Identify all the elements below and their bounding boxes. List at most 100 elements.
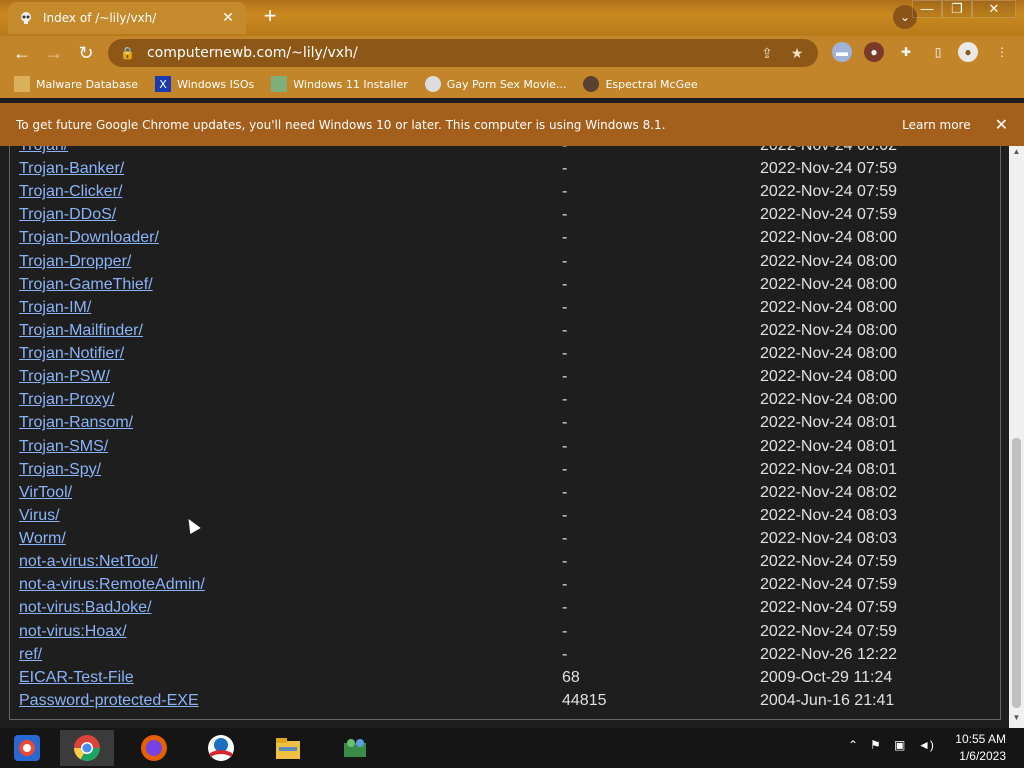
entry-link[interactable]: Trojan-SMS/ bbox=[19, 438, 108, 456]
action-center-flag-icon[interactable]: ⚑ bbox=[870, 738, 881, 752]
bookmark-label: Malware Database bbox=[36, 77, 139, 91]
side-panel-icon[interactable]: ▯ bbox=[928, 42, 948, 62]
forward-arrow-icon[interactable]: → bbox=[42, 41, 66, 65]
browser-tab[interactable]: Index of /~lily/vxh/ ✕ bbox=[8, 2, 246, 34]
entry-size: - bbox=[562, 483, 568, 501]
network-icon[interactable]: ▣ bbox=[894, 738, 905, 752]
back-arrow-icon[interactable]: ← bbox=[10, 41, 34, 65]
entry-link[interactable]: Trojan-Proxy/ bbox=[19, 391, 114, 409]
entry-link[interactable]: not-a-virus:NetTool/ bbox=[19, 553, 158, 571]
entry-link[interactable]: Trojan-GameThief/ bbox=[19, 276, 153, 294]
volume-icon[interactable]: ◄) bbox=[918, 738, 934, 752]
entry-date: 2022-Nov-24 08:00 bbox=[760, 275, 897, 293]
entry-link[interactable]: EICAR-Test-File bbox=[19, 669, 134, 687]
firefox-icon[interactable] bbox=[127, 730, 181, 766]
lock-icon: 🔒 bbox=[120, 46, 135, 60]
bookmark-star-icon[interactable]: ★ bbox=[788, 45, 806, 62]
vertical-scrollbar[interactable]: ▲ ▼ bbox=[1009, 146, 1024, 728]
maximize-button[interactable]: ❐ bbox=[942, 0, 972, 18]
entry-link[interactable]: Trojan-Spy/ bbox=[19, 461, 101, 479]
entry-link[interactable]: Trojan-Downloader/ bbox=[19, 229, 159, 247]
entry-link[interactable]: Trojan-Banker/ bbox=[19, 160, 124, 178]
entry-size: - bbox=[562, 437, 568, 455]
entry-link[interactable]: Trojan-Clicker/ bbox=[19, 183, 122, 201]
entry-date: 2022-Nov-24 08:03 bbox=[760, 506, 897, 524]
new-tab-button[interactable]: + bbox=[258, 5, 282, 29]
entry-link[interactable]: Trojan-Ransom/ bbox=[19, 414, 133, 432]
minimize-button[interactable]: — bbox=[912, 0, 942, 18]
entry-link[interactable]: ref/ bbox=[19, 646, 42, 664]
entry-size: - bbox=[562, 252, 568, 270]
entry-link[interactable]: not-virus:BadJoke/ bbox=[19, 599, 152, 617]
entry-size: - bbox=[562, 414, 568, 432]
url-text[interactable]: computernewb.com/~lily/vxh/ bbox=[147, 45, 746, 61]
entry-date: 2022-Nov-24 08:02 bbox=[760, 483, 897, 501]
entry-link[interactable]: Trojan-PSW/ bbox=[19, 368, 110, 386]
extension-avatar-icon[interactable]: ● bbox=[864, 42, 884, 62]
infobar-close-icon[interactable]: ✕ bbox=[995, 115, 1008, 134]
entry-date: 2022-Nov-24 08:00 bbox=[760, 229, 897, 247]
scrollbar-thumb[interactable] bbox=[1012, 438, 1021, 708]
bookmark-label: Gay Porn Sex Movie... bbox=[446, 77, 567, 91]
bookmarks-bar: Malware Database X Windows ISOs Windows 1… bbox=[0, 70, 1024, 98]
entry-date: 2022-Nov-24 07:59 bbox=[760, 599, 897, 617]
bookmark-malware-database[interactable]: Malware Database bbox=[14, 76, 138, 92]
entry-link[interactable]: not-a-virus:RemoteAdmin/ bbox=[19, 576, 205, 594]
entry-link[interactable]: Worm/ bbox=[19, 530, 66, 548]
table-row: Trojan-Clicker/ - 2022-Nov-24 07:59 bbox=[0, 183, 1010, 206]
tab-title: Index of /~lily/vxh/ bbox=[43, 11, 157, 25]
bookmark-windows-11-installer[interactable]: Windows 11 Installer bbox=[271, 76, 408, 92]
menu-kebab-icon[interactable]: ⋮ bbox=[992, 42, 1012, 62]
entry-date: 2022-Nov-24 07:59 bbox=[760, 576, 897, 594]
table-row: Trojan-PSW/ - 2022-Nov-24 08:00 bbox=[0, 368, 1010, 391]
obama-logo-icon[interactable] bbox=[194, 730, 248, 766]
entry-date: 2022-Nov-24 07:59 bbox=[760, 160, 897, 178]
entry-link[interactable]: VirTool/ bbox=[19, 484, 72, 502]
entry-size: 44815 bbox=[562, 691, 607, 709]
entry-link[interactable]: Trojan-IM/ bbox=[19, 299, 91, 317]
window-close-button[interactable]: ✕ bbox=[972, 0, 1016, 18]
entry-link[interactable]: Virus/ bbox=[19, 507, 60, 525]
chrome-app-icon[interactable] bbox=[0, 730, 54, 766]
table-row: Trojan-GameThief/ - 2022-Nov-24 08:00 bbox=[0, 276, 1010, 299]
entry-size: - bbox=[562, 160, 568, 178]
profile-avatar-icon[interactable]: ● bbox=[958, 42, 978, 62]
scroll-up-arrow-icon[interactable]: ▲ bbox=[1009, 147, 1024, 161]
bookmark-label: Espectral McGee bbox=[605, 77, 698, 91]
bookmark-gay-porn-sex-movie[interactable]: Gay Porn Sex Movie... bbox=[424, 76, 567, 92]
entry-size: - bbox=[562, 599, 568, 617]
table-row: Trojan-Spy/ - 2022-Nov-24 08:01 bbox=[0, 461, 1010, 484]
learn-more-link[interactable]: Learn more bbox=[902, 118, 970, 132]
entry-link[interactable]: Trojan-Notifier/ bbox=[19, 345, 124, 363]
reload-icon[interactable]: ↻ bbox=[74, 41, 98, 65]
entry-link[interactable]: Trojan/ bbox=[19, 146, 68, 155]
share-icon[interactable]: ⇪ bbox=[758, 45, 776, 62]
entry-size: - bbox=[562, 530, 568, 548]
entry-link[interactable]: Trojan-DDoS/ bbox=[19, 206, 116, 224]
entry-date: 2004-Jun-16 21:41 bbox=[760, 691, 895, 709]
file-explorer-icon[interactable] bbox=[261, 730, 315, 766]
system-clock[interactable]: 10:55 AM 1/6/2023 bbox=[955, 731, 1006, 765]
chrome-icon[interactable] bbox=[60, 730, 114, 766]
extensions-puzzle-icon[interactable]: ✚ bbox=[896, 42, 916, 62]
address-bar[interactable]: 🔒 computernewb.com/~lily/vxh/ ⇪ ★ bbox=[108, 39, 818, 67]
skull-icon bbox=[424, 76, 441, 92]
entry-size: - bbox=[562, 229, 568, 247]
network-people-icon[interactable] bbox=[328, 730, 382, 766]
tab-close-icon[interactable]: ✕ bbox=[220, 10, 236, 26]
entry-link[interactable]: Trojan-Dropper/ bbox=[19, 253, 131, 271]
title-bar: Index of /~lily/vxh/ ✕ + ⌄ — ❐ ✕ bbox=[0, 0, 1024, 36]
entry-date: 2022-Nov-24 07:59 bbox=[760, 206, 897, 224]
table-row: Trojan-Dropper/ - 2022-Nov-24 08:00 bbox=[0, 253, 1010, 276]
entry-size: 68 bbox=[562, 668, 580, 686]
entry-link[interactable]: Trojan-Mailfinder/ bbox=[19, 322, 143, 340]
scroll-down-arrow-icon[interactable]: ▼ bbox=[1009, 713, 1024, 727]
bookmark-windows-isos[interactable]: X Windows ISOs bbox=[155, 76, 254, 92]
extension-flag-icon[interactable]: ▬ bbox=[832, 42, 852, 62]
entry-link[interactable]: Password-protected-EXE bbox=[19, 692, 199, 710]
entry-link[interactable]: not-virus:Hoax/ bbox=[19, 623, 127, 641]
bookmark-espectral-mcgee[interactable]: Espectral McGee bbox=[583, 76, 698, 92]
entry-size: - bbox=[562, 321, 568, 339]
show-hidden-icons-chevron-icon[interactable]: ⌃ bbox=[848, 738, 858, 752]
entry-date: 2022-Nov-24 07:59 bbox=[760, 553, 897, 571]
